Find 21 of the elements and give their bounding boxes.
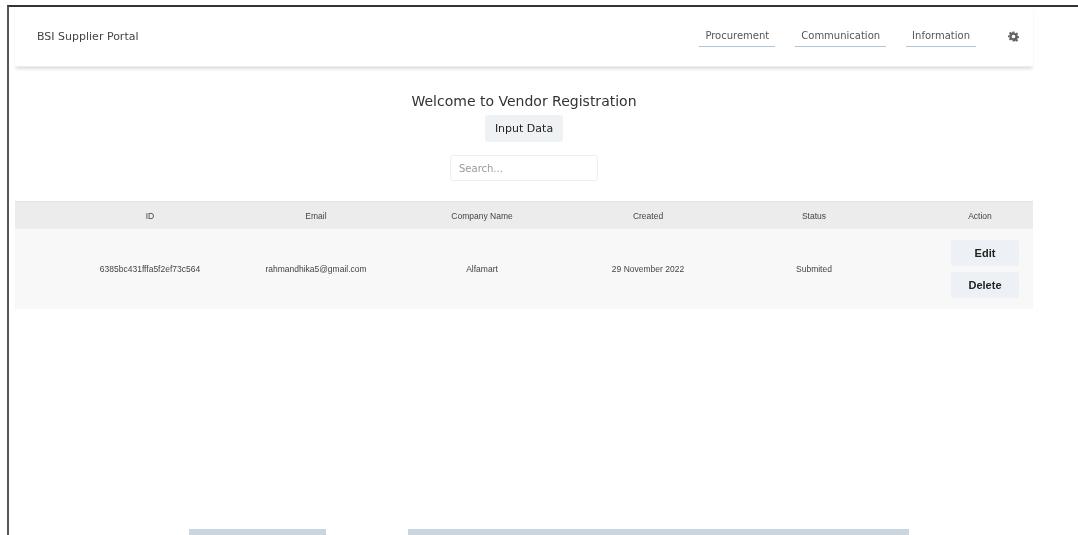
table-cell-text: 6385bc431fffa5f2ef73c564 — [98, 264, 202, 274]
column-header: Company Name — [450, 210, 514, 221]
delete-button[interactable]: Delete — [951, 272, 1019, 298]
column-header: Action — [967, 210, 993, 221]
nav-link[interactable]: Communication — [795, 26, 887, 47]
page-heading: Welcome to Vendor Registration — [411, 93, 637, 109]
edit-button[interactable]: Edit — [951, 240, 1019, 266]
table-cell-text: Alfamart — [465, 264, 499, 274]
portal-title: BSI Supplier Portal — [37, 30, 140, 43]
column-header: Created — [631, 210, 665, 221]
table-cell-text: rahmandhika5@gmail.com — [264, 264, 368, 274]
input-data-button[interactable]: Input Data — [484, 115, 564, 142]
column-header: Email — [304, 210, 328, 221]
column-header: Status — [800, 210, 828, 221]
column-header: ID — [144, 210, 156, 221]
nav-link[interactable]: Information — [906, 26, 976, 47]
settings-icon[interactable] — [1008, 31, 1019, 42]
search-field[interactable]: Search... — [450, 155, 598, 181]
nav-link[interactable]: Procurement — [699, 26, 776, 47]
table-cell-text: 29 November 2022 — [610, 264, 686, 274]
table-cell-text: Submited — [795, 264, 833, 274]
